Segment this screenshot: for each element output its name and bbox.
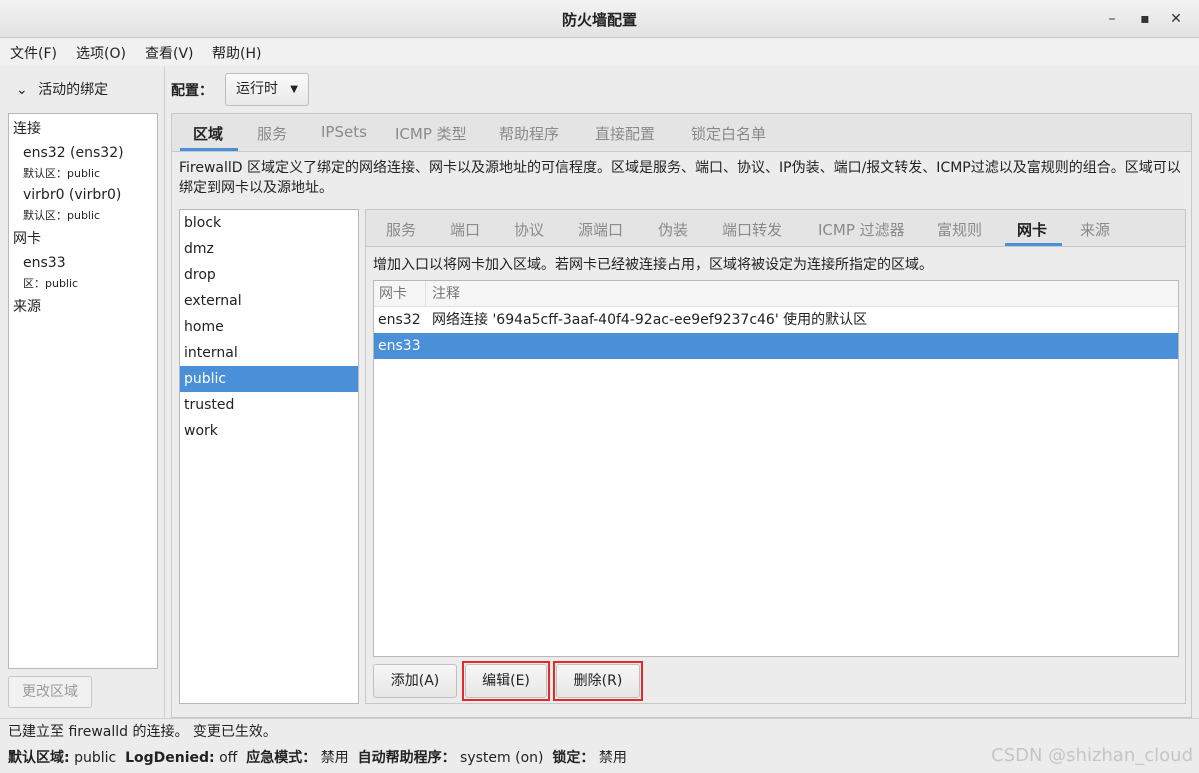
binding-connection-ens32-zone: 默认区：public <box>23 167 101 180</box>
add-interface-button[interactable]: 添加(A) <box>373 664 457 698</box>
top-tab-bar: 区域 服务 IPSets ICMP 类型 帮助程序 直接配置 锁定白名单 <box>172 114 1191 152</box>
subtab-services[interactable]: 服务 <box>386 219 416 240</box>
lockdown-label: 锁定： <box>552 750 595 766</box>
tab-zones[interactable]: 区域 <box>193 123 223 144</box>
binding-interface-ens33[interactable]: ens33 <box>23 255 66 271</box>
zone-item-block[interactable]: block <box>180 210 358 236</box>
binding-connection-virbr0-zone: 默认区：public <box>23 209 101 222</box>
title-bar: 防火墙配置 – ▪ ✕ <box>0 0 1199 38</box>
subtab-icmp-filter[interactable]: ICMP 过滤器 <box>818 219 905 240</box>
menu-view[interactable]: 查看(V) <box>145 43 194 63</box>
table-row[interactable]: ens33 <box>374 333 1178 359</box>
tab-helpers[interactable]: 帮助程序 <box>499 123 559 144</box>
subtab-source-ports[interactable]: 源端口 <box>578 219 623 240</box>
menu-help[interactable]: 帮助(H) <box>212 43 261 63</box>
zone-item-trusted[interactable]: trusted <box>180 392 358 418</box>
bindings-list: 连接 ens32 (ens32) 默认区：public virbr0 (virb… <box>8 113 158 669</box>
lockdown-value: 禁用 <box>598 750 627 766</box>
subtab-protocols[interactable]: 协议 <box>514 219 544 240</box>
status-bar: 已建立至 firewalld 的连接。 变更已生效。 默认区域: public … <box>0 718 1199 773</box>
table-row[interactable]: ens32 网络连接 '694a5cff-3aaf-40f4-92ac-ee9e… <box>374 307 1178 333</box>
subtab-ports[interactable]: 端口 <box>450 219 480 240</box>
connection-status: 已建立至 firewalld 的连接。 变更已生效。 <box>8 724 277 740</box>
default-zone-value: public <box>74 750 117 766</box>
watermark: CSDN @shizhan_cloud <box>991 745 1193 766</box>
binding-connection-virbr0[interactable]: virbr0 (virbr0) <box>23 187 121 203</box>
active-bindings-header[interactable]: ⌄ 活动的绑定 <box>16 79 108 99</box>
status-summary: 默认区域: public LogDenied: off 应急模式： 禁用 自动帮… <box>8 747 627 767</box>
column-header-interface[interactable]: 网卡 <box>374 281 426 307</box>
close-icon[interactable]: ✕ <box>1165 8 1187 30</box>
subtab-port-forwarding[interactable]: 端口转发 <box>722 219 782 240</box>
maximize-icon[interactable]: ▪ <box>1134 8 1156 30</box>
binding-interface-ens33-zone: 区：public <box>23 277 79 290</box>
zone-list: block dmz drop external home internal pu… <box>179 209 359 704</box>
menu-file[interactable]: 文件(F) <box>10 43 57 63</box>
tab-direct-config[interactable]: 直接配置 <box>595 123 655 144</box>
panic-mode-label: 应急模式： <box>246 750 317 766</box>
row-interface: ens32 <box>378 312 421 328</box>
minimize-icon[interactable]: – <box>1101 8 1123 30</box>
zone-item-internal[interactable]: internal <box>180 340 358 366</box>
menu-options[interactable]: 选项(O) <box>76 43 126 63</box>
zone-item-public[interactable]: public <box>180 366 358 392</box>
active-subtab-indicator <box>1005 243 1062 246</box>
chevron-down-icon: ⌄ <box>16 82 28 98</box>
binding-connection-ens32[interactable]: ens32 (ens32) <box>23 145 124 161</box>
zone-settings-notebook: 服务 端口 协议 源端口 伪装 端口转发 ICMP 过滤器 富规则 网卡 来源 … <box>365 209 1186 704</box>
config-label: 配置： <box>171 83 213 99</box>
zone-item-home[interactable]: home <box>180 314 358 340</box>
zone-settings-tab-bar: 服务 端口 协议 源端口 伪装 端口转发 ICMP 过滤器 富规则 网卡 来源 <box>366 210 1185 247</box>
row-interface: ens33 <box>378 338 421 354</box>
window-title: 防火墙配置 <box>561 11 637 29</box>
interfaces-table: 网卡 注释 ens32 网络连接 '694a5cff-3aaf-40f4-92a… <box>373 280 1179 657</box>
default-zone-label: 默认区域: <box>8 750 70 766</box>
log-denied-value: off <box>219 750 238 766</box>
bindings-interfaces-label: 网卡 <box>13 231 41 247</box>
bindings-sources-label: 来源 <box>13 299 41 315</box>
subtab-interfaces[interactable]: 网卡 <box>1017 219 1047 240</box>
tab-ipsets[interactable]: IPSets <box>321 123 367 141</box>
menu-bar: 文件(F) 选项(O) 查看(V) 帮助(H) <box>0 38 1199 66</box>
config-mode-select[interactable]: 运行时 ▼ <box>225 73 309 106</box>
active-tab-indicator <box>180 148 238 151</box>
subtab-sources[interactable]: 来源 <box>1080 219 1110 240</box>
active-bindings-label: 活动的绑定 <box>38 82 109 98</box>
edit-button-highlight-box <box>462 661 550 701</box>
column-header-comment[interactable]: 注释 <box>426 281 1178 307</box>
bindings-connections-label: 连接 <box>13 121 41 137</box>
auto-helper-value: system (on) <box>460 750 544 766</box>
config-mode-value: 运行时 <box>236 81 278 97</box>
zone-item-dmz[interactable]: dmz <box>180 236 358 262</box>
zone-item-work[interactable]: work <box>180 418 358 444</box>
change-zone-button[interactable]: 更改区域 <box>8 676 92 708</box>
tab-lockdown-whitelist[interactable]: 锁定白名单 <box>691 123 766 144</box>
active-bindings-pane: ⌄ 活动的绑定 连接 ens32 (ens32) 默认区：public virb… <box>0 66 165 718</box>
tab-icmp-types[interactable]: ICMP 类型 <box>395 123 467 144</box>
row-comment: 网络连接 '694a5cff-3aaf-40f4-92ac-ee9ef9237c… <box>432 312 868 328</box>
zone-item-drop[interactable]: drop <box>180 262 358 288</box>
subtab-rich-rules[interactable]: 富规则 <box>937 219 982 240</box>
panic-mode-value: 禁用 <box>320 750 349 766</box>
main-notebook: 区域 服务 IPSets ICMP 类型 帮助程序 直接配置 锁定白名单 Fir… <box>171 113 1192 718</box>
interfaces-description: 增加入口以将网卡加入区域。若网卡已经被连接占用，区域将被设定为连接所指定的区域。 <box>373 257 933 273</box>
subtab-masquerade[interactable]: 伪装 <box>658 219 688 240</box>
auto-helper-label: 自动帮助程序： <box>357 750 456 766</box>
zone-description: FirewallD 区域定义了绑定的网络连接、网卡以及源地址的可信程度。区域是服… <box>179 160 1181 196</box>
remove-button-highlight-box <box>553 661 643 701</box>
tab-services[interactable]: 服务 <box>257 123 287 144</box>
zone-item-external[interactable]: external <box>180 288 358 314</box>
dropdown-arrow-icon: ▼ <box>290 84 298 95</box>
log-denied-label: LogDenied: <box>125 750 215 766</box>
